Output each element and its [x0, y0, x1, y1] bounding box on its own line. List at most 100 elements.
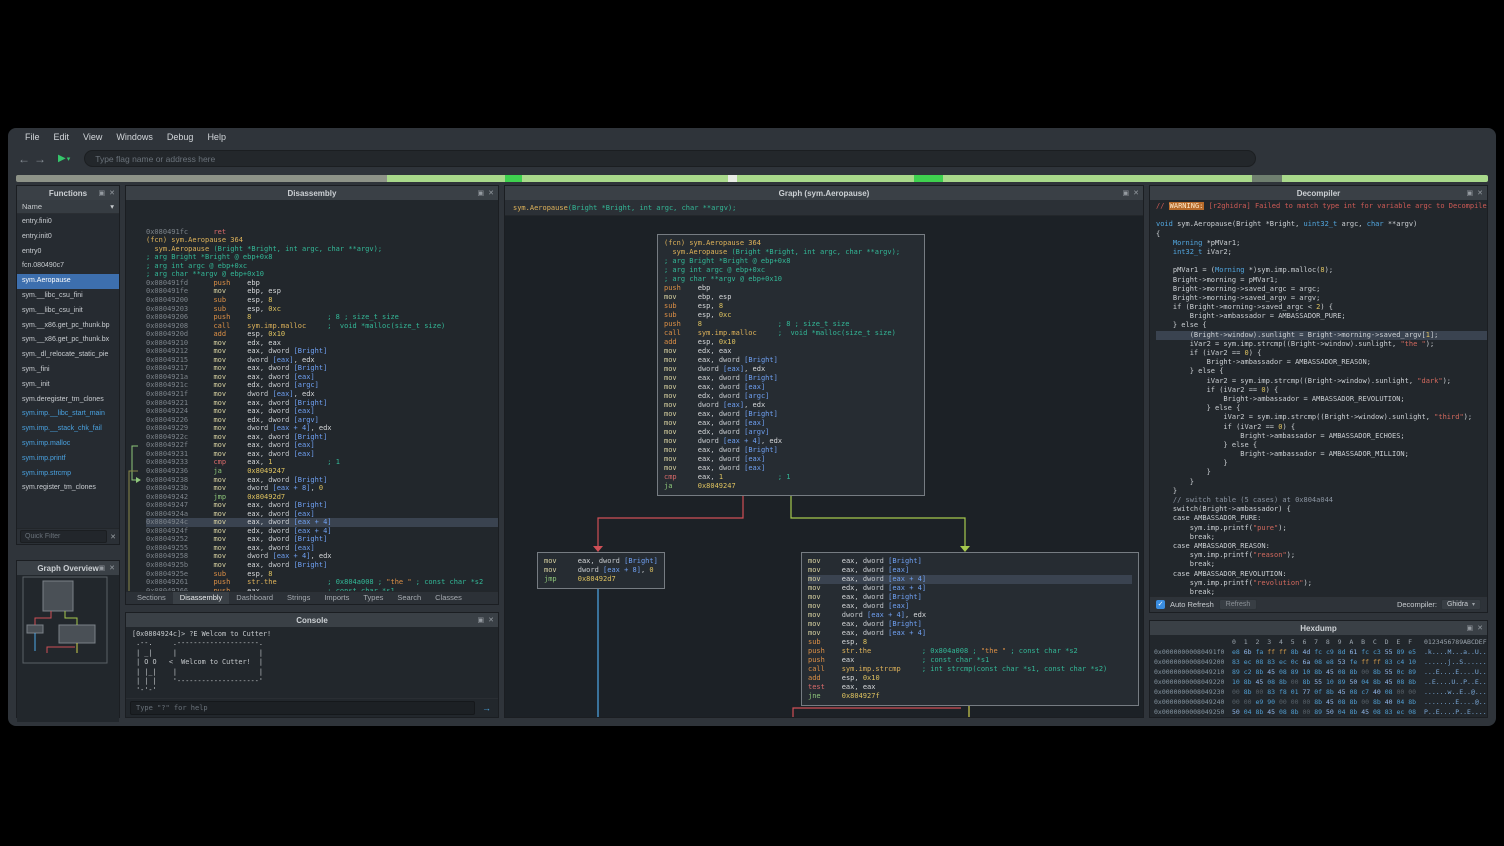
function-list-item[interactable]: sym.imp.__stack_chk_fail: [17, 422, 119, 437]
decompiler-line[interactable]: iVar2 = sym.imp.strcmp((Bright->window).…: [1156, 340, 1487, 349]
function-list-item[interactable]: sym.deregister_tm_clones: [17, 393, 119, 408]
decompiler-line[interactable]: case AMBASSADOR_PURE:: [1156, 514, 1487, 523]
disassembly-line[interactable]: 0x08049266 push eax ; const char *s1: [146, 587, 498, 591]
function-list-item[interactable]: sym.register_tm_clones: [17, 481, 119, 496]
decompiler-line[interactable]: if (iVar2 == 0) {: [1156, 423, 1487, 432]
decompiler-line[interactable]: break;: [1156, 560, 1487, 569]
disassembly-line[interactable]: 0x08049215 mov dword [eax], edx: [146, 356, 498, 365]
decompiler-line[interactable]: Bright->ambassador = AMBASSADOR_REVOLUTI…: [1156, 395, 1487, 404]
disassembly-line[interactable]: 0x0804921c mov edx, dword [argc]: [146, 381, 498, 390]
nav-segment[interactable]: [728, 175, 737, 182]
decompiler-select[interactable]: Ghidra ▾: [1441, 599, 1481, 610]
disassembly-line[interactable]: ; arg Bright *Bright @ ebp+0x8: [146, 253, 498, 262]
decompiler-line[interactable]: iVar2 = sym.imp.strcmp((Bright->window).…: [1156, 413, 1487, 422]
nav-segment[interactable]: [1282, 175, 1488, 182]
menu-item-edit[interactable]: Edit: [47, 130, 77, 144]
menu-item-windows[interactable]: Windows: [109, 130, 160, 144]
function-list-item[interactable]: sym.imp.strcmp: [17, 467, 119, 482]
close-icon[interactable]: ✕: [109, 189, 115, 197]
disassembly-line[interactable]: 0x08049231 mov eax, dword [eax]: [146, 450, 498, 459]
decompiler-line[interactable]: pMVar1 = (Morning *)sym.imp.malloc(8);: [1156, 266, 1487, 275]
decompiler-line[interactable]: break;: [1156, 533, 1487, 542]
console-input[interactable]: [130, 701, 475, 715]
decompiler-line[interactable]: } else {: [1156, 404, 1487, 413]
forward-icon[interactable]: →: [32, 152, 48, 166]
console-send-icon[interactable]: →: [479, 703, 494, 713]
function-list-item[interactable]: sym.__x86.get_pc_thunk.bp: [17, 319, 119, 334]
hexdump-row[interactable]: 0x000000000804922010 8b 45 08 8b 00 8b 5…: [1154, 677, 1483, 687]
function-list-item[interactable]: sym.__libc_csu_fini: [17, 289, 119, 304]
disassembly-line[interactable]: (fcn) sym.Aeropause 364: [146, 236, 498, 245]
disassembly-line[interactable]: 0x0804924c mov eax, dword [eax + 4]: [146, 518, 498, 527]
tab-imports[interactable]: Imports: [317, 592, 356, 604]
menu-item-help[interactable]: Help: [200, 130, 233, 144]
decompiler-line[interactable]: case AMBASSADOR_REVOLUTION:: [1156, 570, 1487, 579]
function-list-item[interactable]: sym.imp.__libc_start_main: [17, 407, 119, 422]
decompiler-line[interactable]: // switch table (5 cases) at 0x804a044: [1156, 496, 1487, 505]
disassembly-line[interactable]: 0x0804921a mov eax, dword [eax]: [146, 373, 498, 382]
disassembly-line[interactable]: 0x0804921f mov dword [eax], edx: [146, 390, 498, 399]
decompiler-line[interactable]: Bright->morning->saved_argc = argc;: [1156, 285, 1487, 294]
function-list-item[interactable]: sym._init: [17, 378, 119, 393]
function-list-item[interactable]: sym.__x86.get_pc_thunk.bx: [17, 333, 119, 348]
navigation-bar[interactable]: [16, 175, 1488, 182]
decompiler-line[interactable]: [1156, 257, 1487, 266]
decompiler-line[interactable]: }: [1156, 459, 1487, 468]
close-icon[interactable]: ✕: [1477, 189, 1483, 197]
hexdump-row[interactable]: 0x000000000804923000 8b 00 83 f8 01 77 0…: [1154, 687, 1483, 697]
close-icon[interactable]: ✕: [488, 616, 494, 624]
disassembly-line[interactable]: sym.Aeropause (Bright *Bright, int argc,…: [146, 245, 498, 254]
close-icon[interactable]: ✕: [109, 564, 115, 572]
disassembly-line[interactable]: 0x0804924a mov eax, dword [eax]: [146, 510, 498, 519]
disassembly-line[interactable]: 0x08049212 mov eax, dword [Bright]: [146, 347, 498, 356]
decompiler-line[interactable]: }: [1156, 478, 1487, 487]
nav-segment[interactable]: [16, 175, 387, 182]
decompiler-line[interactable]: sym.imp.printf("pure");: [1156, 524, 1487, 533]
tab-sections[interactable]: Sections: [130, 592, 173, 604]
dock-icon[interactable]: ▣: [478, 189, 485, 197]
decompiler-line[interactable]: [1156, 211, 1487, 220]
disassembly-line[interactable]: 0x08049229 mov dword [eax + 4], edx: [146, 424, 498, 433]
disassembly-line[interactable]: 0x08049238 mov eax, dword [Bright]: [146, 476, 498, 485]
hexdump-row[interactable]: 0x000000000804920083 ec 08 83 ec 0c 6a 0…: [1154, 657, 1483, 667]
function-list-item[interactable]: entry0: [17, 245, 119, 260]
function-list-item[interactable]: entry.init0: [17, 230, 119, 245]
disassembly-line[interactable]: 0x0804925b mov eax, dword [Bright]: [146, 561, 498, 570]
disassembly-line[interactable]: 0x08049226 mov edx, dword [argv]: [146, 416, 498, 425]
decompiler-line[interactable]: if (Bright->morning->saved_argc < 2) {: [1156, 303, 1487, 312]
menu-item-debug[interactable]: Debug: [160, 130, 201, 144]
disassembly-line[interactable]: 0x08049203 sub esp, 0xc: [146, 305, 498, 314]
tab-search[interactable]: Search: [390, 592, 428, 604]
disassembly-line[interactable]: 0x080491fe mov ebp, esp: [146, 287, 498, 296]
menu-item-file[interactable]: File: [18, 130, 47, 144]
decompiler-line[interactable]: case AMBASSADOR_REASON:: [1156, 542, 1487, 551]
tab-strings[interactable]: Strings: [280, 592, 317, 604]
decompiler-line[interactable]: (Bright->window).sunlight = Bright->morn…: [1156, 331, 1487, 340]
decompiler-line[interactable]: Bright->ambassador = AMBASSADOR_REASON;: [1156, 358, 1487, 367]
functions-sort-combobox[interactable]: Name ▾: [17, 200, 119, 214]
decompiler-line[interactable]: } else {: [1156, 367, 1487, 376]
play-icon[interactable]: ▶: [58, 153, 66, 164]
hexdump-row[interactable]: 0x000000000804924000 00 e9 90 00 00 00 8…: [1154, 697, 1483, 707]
disassembly-line[interactable]: 0x08049242 jmp 0x80492d7: [146, 493, 498, 502]
function-list-item[interactable]: sym.imp.malloc: [17, 437, 119, 452]
dock-icon[interactable]: ▣: [99, 189, 106, 197]
disassembly-line[interactable]: 0x08049200 sub esp, 8: [146, 296, 498, 305]
decompiler-line[interactable]: } else {: [1156, 441, 1487, 450]
disassembly-line[interactable]: 0x08049255 mov eax, dword [eax]: [146, 544, 498, 553]
nav-segment[interactable]: [387, 175, 505, 182]
function-list-item[interactable]: entry.fini0: [17, 215, 119, 230]
disassembly-line[interactable]: 0x08049233 cmp eax, 1 ; 1: [146, 458, 498, 467]
decompiler-line[interactable]: // WARNING: [r2ghidra] Failed to match t…: [1156, 202, 1487, 211]
disassembly-line[interactable]: 0x080491fd push ebp: [146, 279, 498, 288]
function-list-item[interactable]: sym._dl_relocate_static_pie: [17, 348, 119, 363]
disassembly-line[interactable]: 0x0804922f mov eax, dword [eax]: [146, 441, 498, 450]
dock-icon[interactable]: ▣: [1123, 189, 1130, 197]
disassembly-line[interactable]: 0x08049221 mov eax, dword [Bright]: [146, 399, 498, 408]
decompiler-line[interactable]: Bright->ambassador = AMBASSADOR_ECHOES;: [1156, 432, 1487, 441]
decompiler-line[interactable]: if (iVar2 == 0) {: [1156, 386, 1487, 395]
disassembly-line[interactable]: 0x0804922c mov eax, dword [Bright]: [146, 433, 498, 442]
nav-segment[interactable]: [1252, 175, 1281, 182]
graph-node-entry[interactable]: (fcn) sym.Aeropause 364 sym.Aeropause (B…: [657, 234, 925, 496]
dock-icon[interactable]: ▣: [1467, 189, 1474, 197]
